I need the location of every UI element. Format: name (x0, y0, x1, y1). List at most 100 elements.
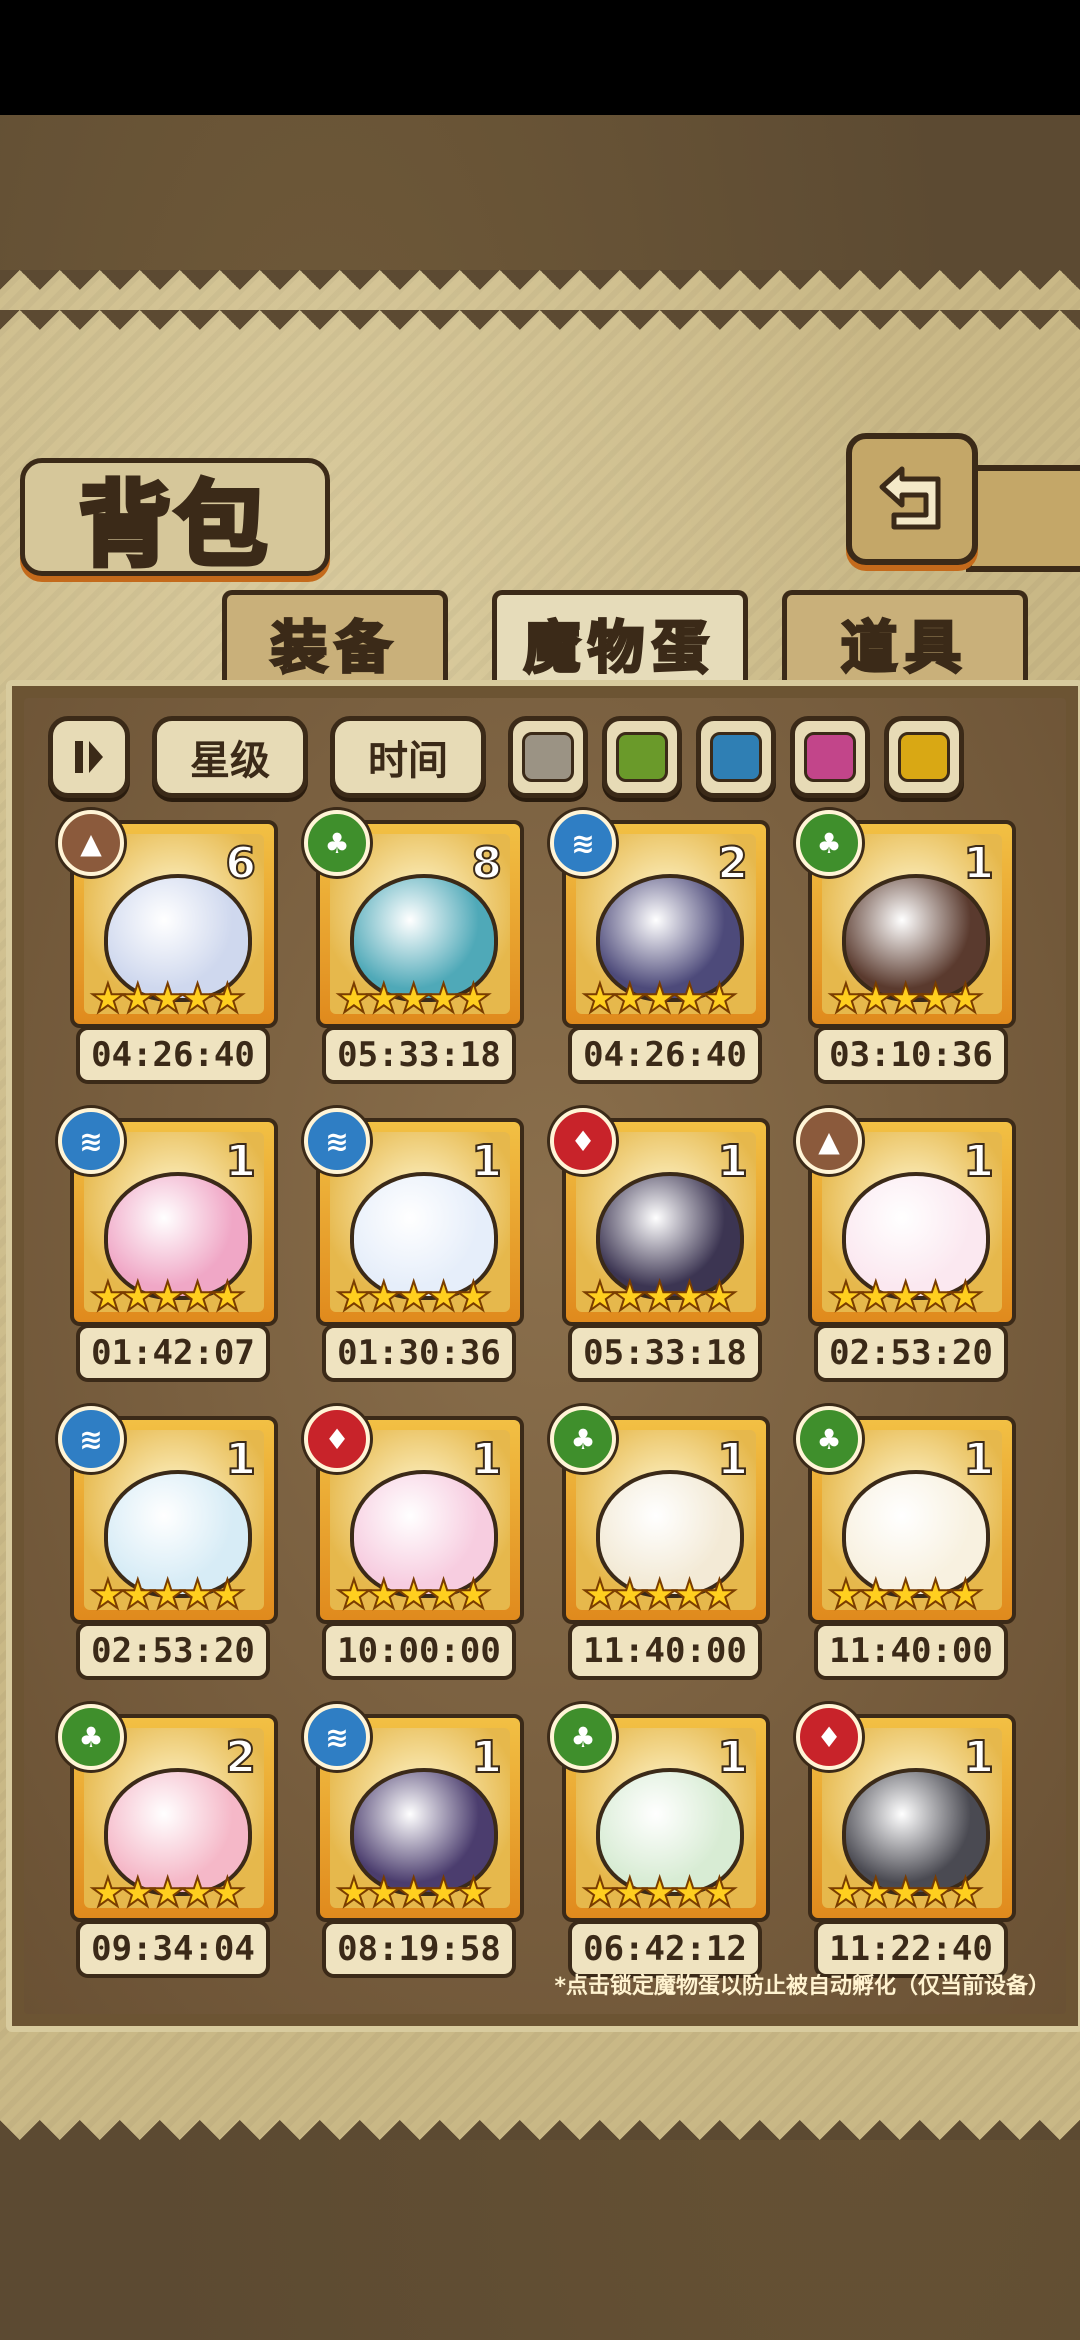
color-swatch (522, 732, 574, 782)
banner-bottom-edge (0, 2100, 1080, 2140)
egg-card[interactable]: ★★★★★ 1 ♦ 10:00:00 (304, 1406, 524, 1688)
star-rating: ★★★★★ (335, 975, 492, 1023)
filter-pink-button[interactable] (790, 716, 870, 798)
page-title: 背包 (76, 468, 271, 581)
egg-count: 1 (470, 1135, 503, 1188)
egg-count: 1 (962, 1731, 995, 1784)
star-rating: ★★★★★ (335, 1571, 492, 1619)
back-button-arm (966, 465, 1080, 572)
fire-element-icon: ♦ (796, 1704, 862, 1770)
egg-count: 1 (224, 1433, 257, 1486)
hatch-timer: 02:53:20 (76, 1622, 270, 1680)
egg-count: 1 (224, 1135, 257, 1188)
color-swatch (710, 732, 762, 782)
hatch-timer: 04:26:40 (76, 1026, 270, 1084)
hatch-timer: 01:42:07 (76, 1324, 270, 1382)
tab-equipment-label: 装备 (270, 614, 399, 682)
water-element-icon: ≋ (550, 810, 616, 876)
egg-count: 2 (716, 837, 749, 890)
water-element-icon: ≋ (58, 1108, 124, 1174)
hatch-timer: 01:30:36 (322, 1324, 516, 1382)
egg-card[interactable]: ★★★★★ 1 ♣ 03:10:36 (796, 810, 1016, 1092)
egg-card[interactable]: ★★★★★ 1 ♣ 11:40:00 (796, 1406, 1016, 1688)
star-rating: ★★★★★ (89, 1869, 246, 1917)
egg-count: 1 (716, 1135, 749, 1188)
egg-card[interactable]: ★★★★★ 1 ≋ 08:19:58 (304, 1704, 524, 1986)
star-rating: ★★★★★ (827, 975, 984, 1023)
egg-count: 1 (716, 1731, 749, 1784)
star-rating: ★★★★★ (581, 975, 738, 1023)
color-swatch (898, 732, 950, 782)
egg-card[interactable]: ★★★★★ 1 ♣ 11:40:00 (550, 1406, 770, 1688)
hatch-timer: 09:34:04 (76, 1920, 270, 1978)
star-rating: ★★★★★ (581, 1273, 738, 1321)
egg-count: 1 (470, 1731, 503, 1784)
nature-element-icon: ♣ (58, 1704, 124, 1770)
egg-card[interactable]: ★★★★★ 1 ♦ 05:33:18 (550, 1108, 770, 1390)
filter-gray-button[interactable] (508, 716, 588, 798)
egg-card[interactable]: ★★★★★ 1 ≋ 01:30:36 (304, 1108, 524, 1390)
water-element-icon: ≋ (58, 1406, 124, 1472)
egg-card[interactable]: ★★★★★ 1 ≋ 02:53:20 (58, 1406, 278, 1688)
star-rating: ★★★★★ (827, 1273, 984, 1321)
star-rating: ★★★★★ (581, 1869, 738, 1917)
nature-element-icon: ♣ (304, 810, 370, 876)
tab-equipment[interactable]: 装备 (222, 590, 448, 691)
filter-blue-button[interactable] (696, 716, 776, 798)
star-rating: ★★★★★ (581, 1571, 738, 1619)
earth-element-icon: ▲ (796, 1108, 862, 1174)
egg-card[interactable]: ★★★★★ 2 ♣ 09:34:04 (58, 1704, 278, 1986)
status-bar (0, 0, 1080, 115)
egg-card[interactable]: ★★★★★ 2 ≋ 04:26:40 (550, 810, 770, 1092)
hatch-timer: 05:33:18 (322, 1026, 516, 1084)
star-rating: ★★★★★ (827, 1571, 984, 1619)
egg-count: 1 (716, 1433, 749, 1486)
sort-by-star-button[interactable]: 星级 (152, 716, 308, 798)
star-rating: ★★★★★ (89, 975, 246, 1023)
fire-element-icon: ♦ (304, 1406, 370, 1472)
back-button[interactable] (846, 433, 978, 565)
lock-hint-text: *点击锁定魔物蛋以防止被自动孵化（仅当前设备） (554, 1974, 1050, 1999)
egg-card[interactable]: ★★★★★ 1 ≋ 01:42:07 (58, 1108, 278, 1390)
hatch-timer: 11:40:00 (568, 1622, 762, 1680)
egg-card[interactable]: ★★★★★ 1 ♣ 06:42:12 (550, 1704, 770, 1986)
tab-monster-eggs-label: 魔物蛋 (523, 614, 716, 682)
egg-count: 1 (962, 1135, 995, 1188)
egg-card[interactable]: ★★★★★ 8 ♣ 05:33:18 (304, 810, 524, 1092)
star-rating: ★★★★★ (89, 1571, 246, 1619)
egg-count: 1 (962, 837, 995, 890)
filter-gold-button[interactable] (884, 716, 964, 798)
sort-by-time-button[interactable]: 时间 (330, 716, 486, 798)
tab-items[interactable]: 道具 (782, 590, 1028, 691)
tab-monster-eggs[interactable]: 魔物蛋 (492, 590, 748, 691)
nature-element-icon: ♣ (550, 1704, 616, 1770)
egg-card[interactable]: ★★★★★ 1 ▲ 02:53:20 (796, 1108, 1016, 1390)
earth-element-icon: ▲ (58, 810, 124, 876)
color-swatch (616, 732, 668, 782)
nature-element-icon: ♣ (796, 1406, 862, 1472)
fire-element-icon: ♦ (550, 1108, 616, 1174)
egg-card[interactable]: ★★★★★ 6 ▲ 04:26:40 (58, 810, 278, 1092)
egg-count: 2 (224, 1731, 257, 1784)
hatch-timer: 03:10:36 (814, 1026, 1008, 1084)
water-element-icon: ≋ (304, 1108, 370, 1174)
star-rating: ★★★★★ (827, 1869, 984, 1917)
hatch-timer: 05:33:18 (568, 1324, 762, 1382)
sort-order-button[interactable] (48, 716, 130, 798)
star-rating: ★★★★★ (335, 1273, 492, 1321)
page-title-plate: 背包 (20, 458, 330, 581)
tab-bar: 装备 魔物蛋 道具 (0, 590, 1080, 691)
hatch-timer: 02:53:20 (814, 1324, 1008, 1382)
hatch-timer: 10:00:00 (322, 1622, 516, 1680)
tab-items-label: 道具 (840, 614, 969, 682)
egg-count: 1 (470, 1433, 503, 1486)
water-element-icon: ≋ (304, 1704, 370, 1770)
egg-count: 8 (470, 837, 503, 890)
star-rating: ★★★★★ (335, 1869, 492, 1917)
back-arrow-icon (879, 466, 941, 530)
sort-order-icon (75, 741, 103, 773)
filter-green-button[interactable] (602, 716, 682, 798)
egg-card[interactable]: ★★★★★ 1 ♦ 11:22:40 (796, 1704, 1016, 1986)
nature-element-icon: ♣ (550, 1406, 616, 1472)
hatch-timer: 08:19:58 (322, 1920, 516, 1978)
